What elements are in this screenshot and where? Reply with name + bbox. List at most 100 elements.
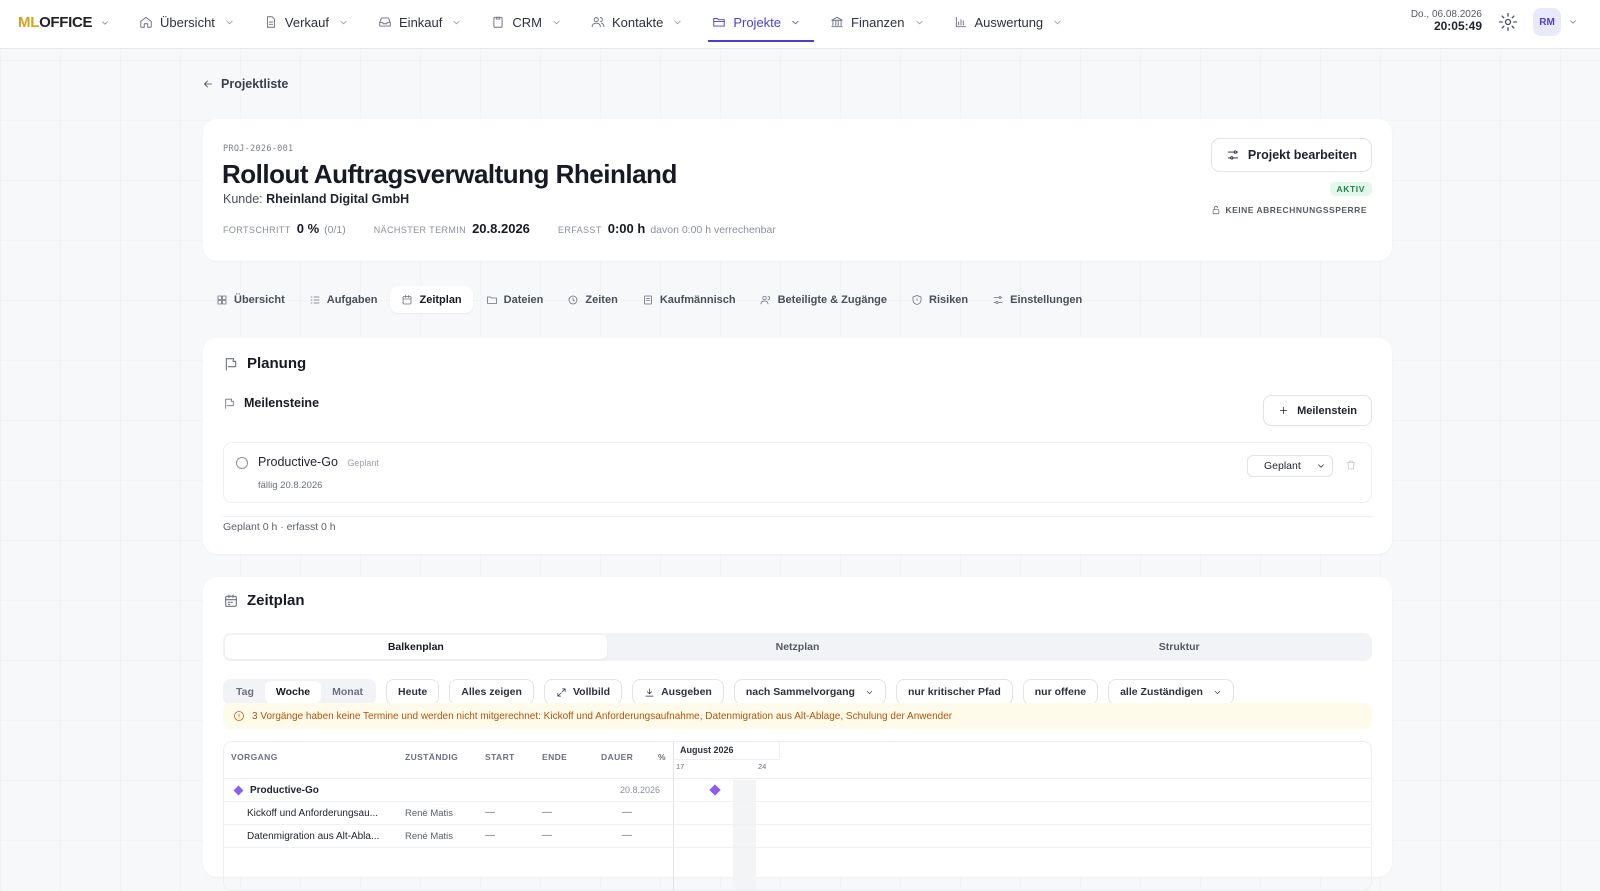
row-duration: — [622,830,632,841]
billing-lock-label: KEINE ABRECHNUNGSSPERRE [1225,205,1367,215]
col-percent: % [658,752,666,762]
scale-monat[interactable]: Monat [321,681,374,703]
bank-icon [831,16,843,28]
progress-value: 0 % [296,221,320,236]
tab-risiken[interactable]: Risiken [900,286,979,313]
open-only-filter[interactable]: nur offene [1022,679,1099,705]
timeline-week: 17 [676,762,685,771]
nav-finanzen[interactable]: Finanzen [826,3,937,41]
chevron-down-icon[interactable] [1568,17,1578,27]
logo-office: OFFICE [39,14,93,31]
gantt-chart: VORGANG ZUSTÄNDIG START ENDE DAUER % Aug… [223,741,1372,891]
nav-crm[interactable]: CRM [487,3,575,41]
scale-tag[interactable]: Tag [225,681,265,703]
tab-zeitplan[interactable]: Zeitplan [390,286,473,313]
schedule-card: Zeitplan Balkenplan Netzplan Struktur Ta… [203,577,1392,891]
folder-icon [486,296,497,304]
nav-verkauf[interactable]: Verkauf [260,3,362,41]
nav-kontakte[interactable]: Kontakte [587,3,696,41]
tab-einstellungen[interactable]: Einstellungen [981,286,1093,313]
home-icon [140,16,152,28]
recorded-label: ERFASST [557,225,602,235]
schedule-toolbar: Tag Woche Monat Heute Alles zeigen Vollb… [223,679,1234,705]
col-vorgang: VORGANG [231,752,278,762]
critical-path-filter[interactable]: nur kritischer Pfad [895,679,1013,705]
group-by-select[interactable]: nach Sammelvorgang [733,679,886,705]
nav-label: Projekte [733,14,782,30]
assignee-select[interactable]: alle Zuständigen [1108,679,1234,705]
settings-button[interactable] [1498,12,1518,32]
milestone-name-row: Productive-Go Geplant [258,455,379,469]
project-tabs: Übersicht Aufgaben Zeitplan Dateien Zeit… [205,286,1093,313]
milestone-bar-marker[interactable] [709,784,721,796]
recorded-sub: davon 0:00 h verrechenbar [650,224,776,236]
schedule-title: Zeitplan [223,592,305,609]
col-ende: ENDE [542,752,568,762]
row-name: Kickoff und Anforderungsau... [247,808,379,819]
row-end: — [542,807,552,818]
tab-uebersicht[interactable]: Übersicht [205,286,296,313]
nav-projekte[interactable]: Projekte [708,3,814,42]
milestones-title: Meilensteine [223,396,319,410]
receipt-icon [643,295,652,304]
today-button[interactable]: Heute [386,679,440,705]
trash-icon [1346,460,1356,470]
show-all-button[interactable]: Alles zeigen [449,679,534,705]
user-avatar[interactable]: RM [1533,8,1561,36]
schedule-title-text: Zeitplan [247,592,305,609]
scale-woche[interactable]: Woche [264,681,322,703]
warning-text: 3 Vorgänge haben keine Termine und werde… [252,710,953,722]
view-struktur[interactable]: Struktur [988,635,1370,659]
recorded-value: 0:00 h [607,221,646,236]
divider [223,516,1372,517]
project-stats: FORTSCHRITT 0 % (0/1) NÄCHSTER TERMIN 20… [223,221,804,236]
back-label: Projektliste [221,77,289,91]
row-duration: — [622,807,632,818]
delete-milestone-button[interactable] [1345,459,1357,471]
group-by-value: nach Sammelvorgang [745,686,855,698]
tab-label: Kaufmännisch [659,293,736,306]
schedule-view-switch: Balkenplan Netzplan Struktur [223,633,1372,661]
sliders-icon [1227,150,1239,160]
view-balkenplan[interactable]: Balkenplan [225,635,607,659]
lock-open-icon [1213,205,1220,215]
download-icon [645,687,654,697]
tab-aufgaben[interactable]: Aufgaben [298,286,389,313]
nav-auswertung[interactable]: Auswertung [950,3,1077,41]
project-customer: Kunde: Rheinland Digital GmbH [223,192,409,206]
chevron-down-icon [340,20,347,24]
progress-label: FORTSCHRITT [223,225,291,235]
top-navigation-bar: ML OFFICE Übersicht Verkauf Einkauf CRM K… [0,0,1600,49]
fullscreen-button[interactable]: Vollbild [543,679,623,705]
planning-card: Planung Meilensteine Meilenstein Product… [203,338,1392,554]
scale-switch: Tag Woche Monat [223,679,377,705]
tab-zeiten[interactable]: Zeiten [556,286,628,313]
tab-beteiligte[interactable]: Beteiligte & Zugänge [749,286,898,313]
open-only-label: nur offene [1034,686,1087,698]
tab-dateien[interactable]: Dateien [475,286,555,313]
gantt-row[interactable]: Kickoff und Anforderungsau... René Matis… [224,802,1371,825]
milestone-checkbox[interactable] [236,457,248,469]
calendar-icon [225,593,237,607]
project-code: PROJ-2026-001 [223,144,294,154]
assignee-value: alle Zuständigen [1120,686,1203,698]
milestone-status-value: Geplant [1264,460,1301,472]
nav-einkauf[interactable]: Einkauf [374,3,475,41]
tab-kaufmaennisch[interactable]: Kaufmännisch [631,286,747,313]
app-logo[interactable]: ML OFFICE [18,14,110,31]
milestone-status-select[interactable]: Geplant [1247,455,1333,477]
add-milestone-label: Meilenstein [1297,404,1357,417]
gantt-row[interactable]: Productive-Go 20.8.2026 [224,779,1371,802]
view-netzplan[interactable]: Netzplan [607,635,989,659]
nav-uebersicht[interactable]: Übersicht [135,3,248,41]
milestone-marker [233,785,244,796]
critical-path-label: nur kritischer Pfad [907,686,1001,698]
calendar-icon [403,294,412,304]
gantt-row[interactable]: Datenmigration aus Alt-Abla... René Mati… [224,825,1371,848]
back-to-project-list[interactable]: Projektliste [202,77,288,91]
export-button[interactable]: Ausgeben [632,679,724,705]
tab-label: Aufgaben [326,293,378,306]
edit-project-label: Projekt bearbeiten [1247,148,1357,162]
add-milestone-button[interactable]: Meilenstein [1263,395,1372,426]
edit-project-button[interactable]: Projekt bearbeiten [1210,138,1372,172]
